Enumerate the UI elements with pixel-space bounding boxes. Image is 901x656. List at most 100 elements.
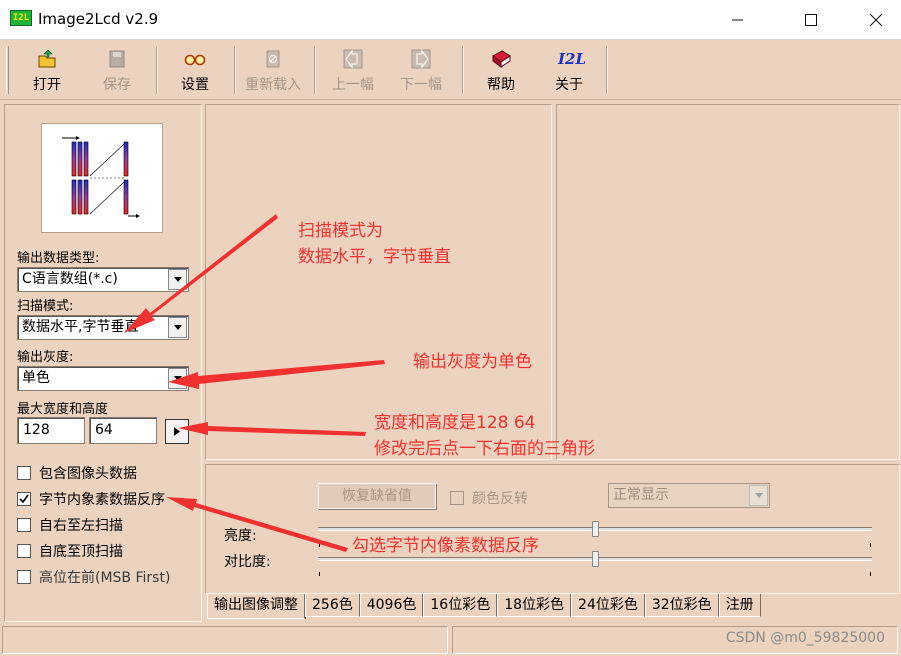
bottom-to-top-checkbox[interactable]: 自底至顶扫描 (17, 542, 123, 560)
dropdown-button[interactable] (168, 269, 187, 290)
maximize-button[interactable] (788, 0, 834, 40)
settings-button[interactable]: 设置 (168, 46, 222, 96)
output-type-value: C语言数组(*.c) (22, 271, 118, 287)
header-data-checkbox[interactable]: 包含图像头数据 (17, 464, 137, 482)
chevron-down-icon (173, 325, 182, 330)
height-input[interactable]: 64 (89, 417, 157, 444)
app-icon: I2L (10, 10, 32, 26)
gray-label: 输出灰度: (17, 350, 74, 365)
output-type-label: 输出数据类型: (17, 251, 100, 266)
toolbar-separator (606, 46, 608, 94)
toolbar-separator (314, 46, 316, 94)
display-mode-value: 正常显示 (613, 487, 669, 503)
minimize-icon (732, 19, 743, 21)
source-image-pane (205, 104, 552, 460)
status-bar: CSDN @m0_59825000 (0, 622, 901, 656)
dropdown-button[interactable] (168, 317, 187, 338)
invert-color-checkbox[interactable]: 颜色反转 (450, 488, 528, 508)
check-mark-icon (19, 494, 29, 504)
gray-select[interactable]: 单色 (17, 366, 189, 391)
contrast-thumb[interactable] (591, 551, 599, 567)
prev-image-label: 上一幅 (332, 77, 374, 93)
brightness-label: 亮度: (224, 528, 257, 544)
open-button[interactable]: 打开 (20, 46, 74, 96)
toolbar-grip (6, 46, 9, 94)
minimize-button[interactable] (715, 0, 761, 40)
tab-32bit-color[interactable]: 32位彩色 (644, 594, 719, 617)
settings-label: 设置 (181, 77, 209, 93)
reload-icon (266, 50, 280, 68)
about-i2l-icon: I2L (558, 50, 587, 68)
toolbar-separator (156, 46, 158, 94)
help-button[interactable]: 帮助 (474, 46, 528, 96)
scan-diagram-icon (62, 136, 140, 218)
save-label: 保存 (103, 77, 131, 93)
gray-note: 输出灰度为单色 (413, 352, 532, 372)
scan-note-line2: 数据水平，字节垂直 (298, 247, 451, 267)
chevron-down-icon (754, 493, 763, 498)
checkbox-box[interactable] (17, 570, 31, 584)
slider-tick (319, 572, 320, 576)
gray-value: 单色 (22, 370, 50, 386)
tab-16bit-color[interactable]: 16位彩色 (423, 594, 498, 617)
output-type-select[interactable]: C语言数组(*.c) (17, 267, 189, 292)
save-button[interactable]: 保存 (90, 46, 144, 96)
checkbox-box[interactable] (17, 544, 31, 558)
tab-24bit-color[interactable]: 24位彩色 (571, 594, 645, 617)
triangle-right-icon (174, 427, 180, 436)
checkbox-box[interactable] (17, 492, 31, 506)
open-label: 打开 (33, 77, 61, 93)
checkbox-box[interactable] (17, 518, 31, 532)
slider-tick (870, 572, 871, 576)
about-button[interactable]: I2L 关于 (542, 46, 596, 96)
invert-color-label: 颜色反转 (472, 491, 528, 507)
watermark: CSDN @m0_59825000 (725, 630, 885, 646)
slider-tick (870, 543, 871, 547)
msb-first-checkbox[interactable]: 高位在前(MSB First) (17, 568, 170, 586)
reload-label: 重新载入 (245, 77, 301, 93)
scan-mode-note: 扫描模式为 数据水平，字节垂直 (298, 218, 451, 270)
status-cell (2, 626, 448, 654)
reverse-note: 勾选字节内像素数据反序 (352, 536, 539, 556)
maximize-icon (805, 14, 817, 26)
close-button[interactable] (853, 0, 899, 40)
brightness-thumb[interactable] (591, 521, 599, 537)
arrow-left-icon (343, 49, 363, 69)
toolbar: 打开 保存 设置 重新载入 上一幅 下一幅 帮助 I2L 关于 (0, 40, 901, 100)
tab-18bit-color[interactable]: 18位彩色 (497, 594, 572, 617)
about-label: 关于 (555, 77, 583, 93)
max-size-label: 最大宽度和高度 (17, 402, 109, 417)
width-input[interactable]: 128 (17, 417, 85, 444)
glasses-icon (184, 54, 206, 66)
tab-image-adjust[interactable]: 输出图像调整 (207, 594, 305, 619)
restore-defaults-button[interactable]: 恢复缺省值 (318, 483, 436, 509)
checkbox-box[interactable] (450, 491, 464, 505)
size-note-line1: 宽度和高度是128 64 (374, 413, 536, 433)
tab-256-color[interactable]: 256色 (305, 594, 360, 617)
title-bar: I2L Image2Lcd v2.9 (0, 0, 901, 40)
display-mode-select[interactable]: 正常显示 (608, 483, 770, 508)
reload-button[interactable]: 重新载入 (242, 46, 304, 96)
prev-image-button[interactable]: 上一幅 (326, 46, 380, 96)
scan-mode-preview (41, 123, 163, 233)
close-icon (870, 14, 882, 26)
settings-panel: 输出数据类型: C语言数组(*.c) 扫描模式: 数据水平,字节垂直 输出灰度:… (4, 104, 202, 622)
checkbox-box[interactable] (17, 466, 31, 480)
format-tabs: 输出图像调整 256色 4096色 16位彩色 18位彩色 24位彩色 32位彩… (207, 594, 761, 619)
checkbox-label: 包含图像头数据 (39, 466, 137, 482)
dropdown-button[interactable] (749, 485, 768, 506)
scan-mode-select[interactable]: 数据水平,字节垂直 (17, 315, 189, 340)
size-note-line2: 修改完后点一下右面的三角形 (374, 439, 595, 459)
reverse-pixel-checkbox[interactable]: 字节内象素数据反序 (17, 490, 165, 508)
dropdown-button[interactable] (168, 368, 187, 389)
toolbar-separator (234, 46, 236, 94)
next-image-button[interactable]: 下一幅 (394, 46, 448, 96)
scan-mode-value: 数据水平,字节垂直 (22, 319, 139, 335)
chevron-down-icon (173, 277, 182, 282)
tab-register[interactable]: 注册 (718, 594, 761, 617)
save-disk-icon (109, 50, 125, 68)
right-to-left-checkbox[interactable]: 自右至左扫描 (17, 516, 123, 534)
tab-4096-color[interactable]: 4096色 (359, 594, 424, 617)
apply-size-button[interactable] (165, 419, 189, 444)
slider-tick (319, 543, 320, 547)
